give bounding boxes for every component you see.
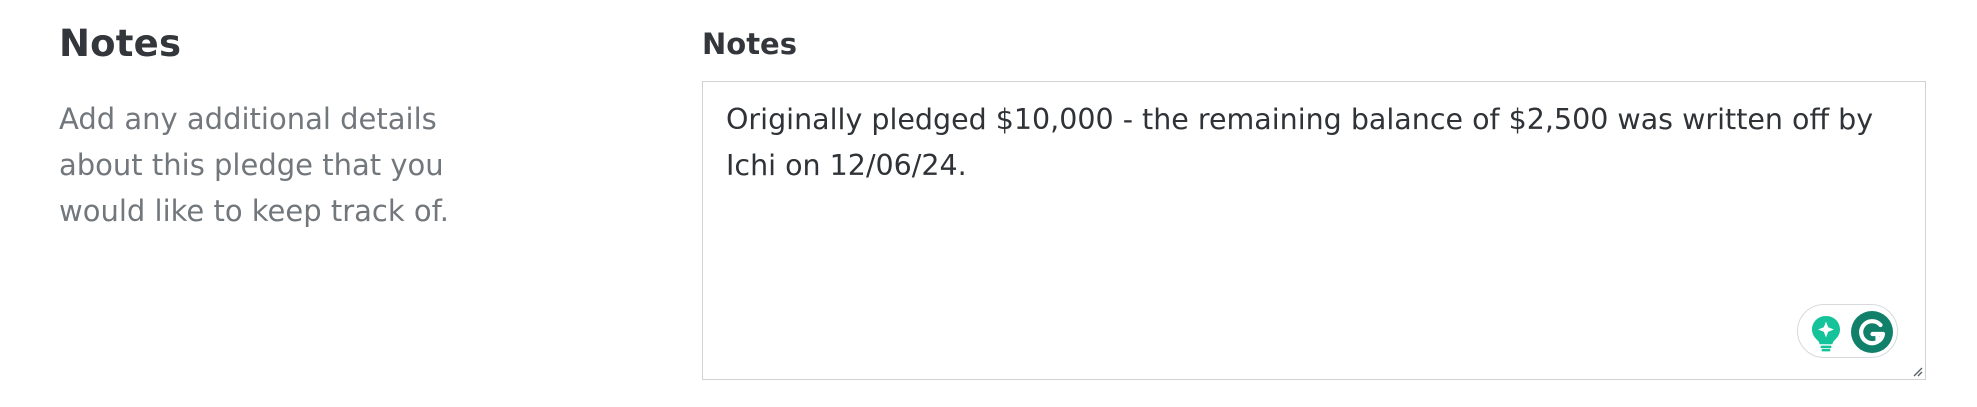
section-title: Notes [59,22,182,65]
resize-handle-icon[interactable] [1911,365,1923,377]
grammarly-widget[interactable] [1797,304,1898,358]
notes-textarea-container: Originally pledged $10,000 - the remaini… [702,81,1926,380]
grammarly-g-icon[interactable] [1850,310,1894,354]
section-description: Add any additional details about this pl… [59,102,449,228]
notes-textarea[interactable]: Originally pledged $10,000 - the remaini… [703,82,1925,379]
lightbulb-sparkle-icon[interactable] [1809,314,1843,352]
notes-field-label: Notes [702,27,797,61]
